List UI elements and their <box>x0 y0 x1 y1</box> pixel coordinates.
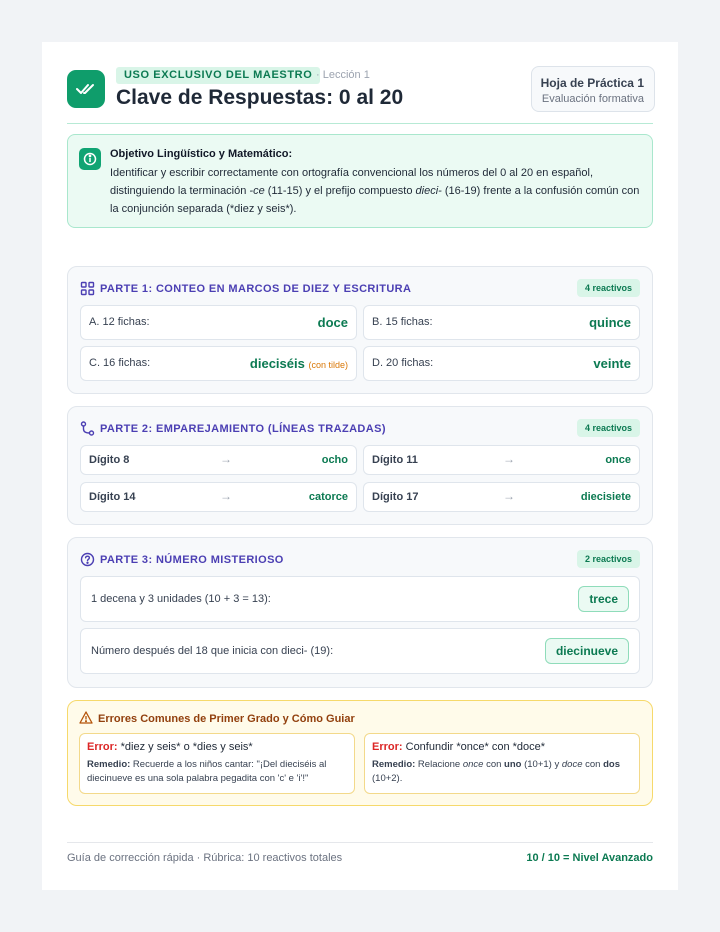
info-icon <box>79 148 101 170</box>
accent-note: (con tilde) <box>308 360 348 370</box>
warning-icon <box>79 711 93 724</box>
list-item: A. 12 fichas: doce <box>80 305 357 340</box>
arrow-right-icon: → <box>220 452 232 466</box>
part-1-count-badge: 4 reactivos <box>576 279 640 297</box>
error-card: Error: *diez y seis* o *dies y seis* Rem… <box>79 733 355 794</box>
list-item: Dígito 11 → once <box>363 445 640 475</box>
question-icon <box>80 552 95 567</box>
part-1-section: PARTE 1: CONTEO EN MARCOS DE DIEZ Y ESCR… <box>67 266 653 394</box>
practice-sheet-title: Hoja de Práctica 1 <box>540 76 644 90</box>
part-2-count-badge: 4 reactivos <box>576 419 640 437</box>
grid-icon <box>80 281 95 296</box>
arrow-right-icon: → <box>503 452 515 466</box>
part-1-title: PARTE 1: CONTEO EN MARCOS DE DIEZ Y ESCR… <box>100 283 412 295</box>
list-item: B. 15 fichas: quince <box>363 305 640 340</box>
double-check-icon <box>67 70 105 108</box>
practice-sheet-subtitle: Evaluación formativa <box>541 93 644 105</box>
practice-sheet-box: Hoja de Práctica 1 Evaluación formativa <box>531 66 655 112</box>
objective-text: Identificar y escribir correctamente con… <box>110 167 640 215</box>
teacher-only-badge: USO EXCLUSIVO DEL MAESTRO <box>116 67 321 84</box>
arrow-right-icon: → <box>220 489 232 503</box>
header-divider <box>67 123 653 124</box>
footer-rubric: Guía de corrección rápida · Rúbrica: 10 … <box>67 852 343 864</box>
list-item: C. 16 fichas: dieciséis (con tilde) <box>80 346 357 381</box>
error-card: Error: Confundir *once* con *doce* Remed… <box>364 733 640 794</box>
part-3-count-badge: 2 reactivos <box>576 550 640 568</box>
footer-divider <box>67 842 653 843</box>
list-item: Número después del 18 que inicia con die… <box>80 628 640 674</box>
arrow-right-icon: → <box>503 489 515 503</box>
page-title: Clave de Respuestas: 0 al 20 <box>116 86 404 109</box>
objective-box: Objetivo Lingüístico y Matemático: Ident… <box>67 134 653 228</box>
lesson-label: · Lección 1 <box>316 69 370 81</box>
part-2-section: PARTE 2: EMPAREJAMIENTO (LÍNEAS TRAZADAS… <box>67 406 653 525</box>
errors-title: Errores Comunes de Primer Grado y Cómo G… <box>98 713 355 725</box>
route-icon <box>80 421 95 436</box>
answer-box: diecinueve <box>544 638 629 664</box>
common-errors-box: Errores Comunes de Primer Grado y Cómo G… <box>67 700 653 806</box>
part-3-section: PARTE 3: NÚMERO MISTERIOSO 2 reactivos 1… <box>67 537 653 688</box>
answer-key-page: USO EXCLUSIVO DEL MAESTRO · Lección 1 Cl… <box>42 42 678 890</box>
list-item: 1 decena y 3 unidades (10 + 3 = 13): tre… <box>80 576 640 622</box>
list-item: Dígito 14 → catorce <box>80 482 357 512</box>
list-item: Dígito 8 → ocho <box>80 445 357 475</box>
footer-score: 10 / 10 = Nivel Avanzado <box>526 852 653 864</box>
list-item: Dígito 17 → diecisiete <box>363 482 640 512</box>
list-item: D. 20 fichas: veinte <box>363 346 640 381</box>
part-3-title: PARTE 3: NÚMERO MISTERIOSO <box>100 554 284 566</box>
part-2-title: PARTE 2: EMPAREJAMIENTO (LÍNEAS TRAZADAS… <box>100 423 386 435</box>
objective-title: Objetivo Lingüístico y Matemático: <box>110 148 293 160</box>
answer-box: trece <box>578 586 629 612</box>
